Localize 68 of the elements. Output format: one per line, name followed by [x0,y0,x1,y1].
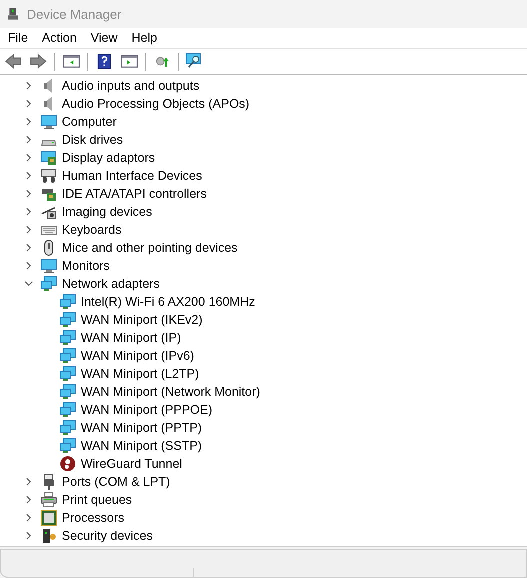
tree-item[interactable]: WAN Miniport (PPPOE) [81,402,213,418]
menu-item[interactable]: View [84,28,124,48]
tree-item[interactable]: Print queues [62,492,132,508]
security-device-icon [41,528,57,544]
tree-item[interactable]: Computer [62,114,117,130]
chevron-icon[interactable] [25,100,33,108]
tree-item[interactable]: Security devices [62,528,154,544]
chevron-icon[interactable] [25,280,33,288]
tree-item[interactable]: Imaging devices [62,204,152,220]
chevron-icon[interactable] [25,190,33,198]
chevron-icon[interactable] [25,136,33,144]
tree-item[interactable]: Disk drives [62,132,124,148]
tree-item[interactable]: WAN Miniport (IP) [81,330,182,346]
network-icon [60,438,76,454]
display-card-icon [41,150,57,166]
tree-item[interactable]: Keyboards [62,222,122,238]
tree-item[interactable]: WAN Miniport (PPTP) [81,420,202,436]
keyboard-mouse-icon [41,168,57,184]
network-icon [60,384,76,400]
tree-item[interactable]: WAN Miniport (Network Monitor) [81,384,260,400]
chevron-icon[interactable] [25,496,33,504]
tree-item[interactable]: IDE ATA/ATAPI controllers [62,186,207,202]
chevron-icon[interactable] [25,244,33,252]
device-manager-icon [8,8,18,20]
chevron-icon[interactable] [25,172,33,180]
tree-item[interactable]: Ports (COM & LPT) [62,474,170,490]
tree-item[interactable]: Monitors [62,258,110,274]
tree-item[interactable]: Human Interface Devices [62,168,202,184]
tree-item[interactable]: Display adaptors [62,150,156,166]
printer-icon [41,492,57,508]
chip-icon [41,510,57,526]
network-icon [60,294,76,310]
monitor-icon [41,258,57,274]
network-icon [60,330,76,346]
chevron-icon[interactable] [25,226,33,234]
tree-item[interactable]: WAN Miniport (L2TP) [81,366,200,382]
tree-item[interactable]: WAN Miniport (IKEv2) [81,312,203,328]
network-icon [60,312,76,328]
menu-item[interactable]: File [2,28,34,48]
chevron-icon[interactable] [25,154,33,162]
tree-item[interactable]: WAN Miniport (SSTP) [81,438,202,454]
menu-item[interactable]: Action [36,28,83,48]
chevron-icon[interactable] [25,82,33,90]
network-icon [60,402,76,418]
chevron-icon[interactable] [25,208,33,216]
dragon-logo-icon [60,456,76,472]
network-icon [41,276,57,292]
network-icon [60,348,76,364]
monitor-icon [41,114,57,130]
window-title: Device Manager [27,6,122,22]
menu-item[interactable]: Help [126,28,164,48]
tree-item[interactable]: Mice and other pointing devices [62,240,238,256]
tree-item[interactable]: WAN Miniport (IPv6) [81,348,194,364]
controller-card-icon [41,186,57,202]
tree-item[interactable]: Processors [62,510,125,526]
tree-item[interactable]: Network adapters [62,276,160,292]
chevron-icon[interactable] [25,532,33,540]
chevron-icon[interactable] [25,262,33,270]
chevron-icon[interactable] [25,118,33,126]
chevron-icon[interactable] [25,514,33,522]
network-icon [60,420,76,436]
tree-item[interactable]: Audio Processing Objects (APOs) [62,96,250,112]
tree-item[interactable]: WireGuard Tunnel [81,456,182,472]
tree-item[interactable]: Intel(R) Wi-Fi 6 AX200 160MHz [81,294,256,310]
chevron-icon[interactable] [25,478,33,486]
tree-item[interactable]: Audio inputs and outputs [62,78,200,94]
network-icon [60,366,76,382]
connector-plug-icon [41,474,57,490]
